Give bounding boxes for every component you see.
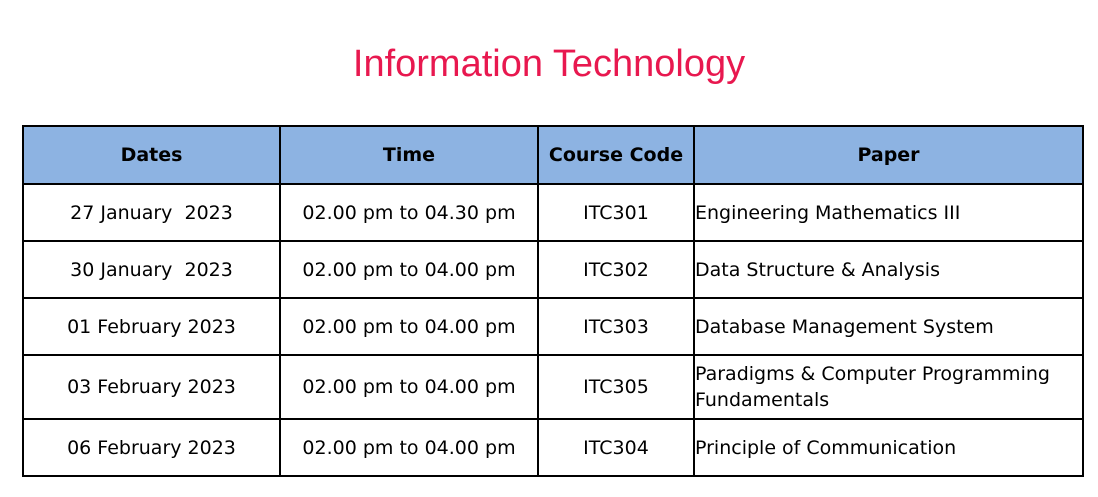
table-row: 27 January 2023 02.00 pm to 04.30 pm ITC… [22, 183, 1084, 242]
cell-date: 27 January 2023 [22, 183, 281, 242]
cell-paper: Principle of Communication [693, 418, 1084, 477]
table-header-row: Dates Time Course Code Paper [22, 125, 1084, 185]
page-title: Information Technology [352, 43, 746, 85]
cell-date: 01 February 2023 [22, 297, 281, 356]
cell-date: 30 January 2023 [22, 240, 281, 299]
cell-paper: Database Management System [693, 297, 1084, 356]
column-header-course-code: Course Code [537, 125, 695, 185]
cell-course-code: ITC302 [537, 240, 695, 299]
cell-course-code: ITC304 [537, 418, 695, 477]
cell-time: 02.00 pm to 04.00 pm [279, 418, 539, 477]
cell-paper: Paradigms & Computer Programming Fundame… [693, 354, 1084, 420]
cell-date: 03 February 2023 [22, 354, 281, 420]
table-row: 06 February 2023 02.00 pm to 04.00 pm IT… [22, 418, 1084, 477]
cell-time: 02.00 pm to 04.30 pm [279, 183, 539, 242]
column-header-paper: Paper [693, 125, 1084, 185]
cell-time: 02.00 pm to 04.00 pm [279, 354, 539, 420]
column-header-time: Time [279, 125, 539, 185]
cell-paper: Engineering Mathematics III [693, 183, 1084, 242]
cell-paper: Data Structure & Analysis [693, 240, 1084, 299]
exam-schedule-table: Dates Time Course Code Paper 27 January … [22, 125, 1084, 477]
table-row: 01 February 2023 02.00 pm to 04.00 pm IT… [22, 297, 1084, 356]
cell-time: 02.00 pm to 04.00 pm [279, 297, 539, 356]
cell-course-code: ITC301 [537, 183, 695, 242]
cell-time: 02.00 pm to 04.00 pm [279, 240, 539, 299]
cell-course-code: ITC305 [537, 354, 695, 420]
cell-date: 06 February 2023 [22, 418, 281, 477]
cell-course-code: ITC303 [537, 297, 695, 356]
column-header-dates: Dates [22, 125, 281, 185]
table-row: 30 January 2023 02.00 pm to 04.00 pm ITC… [22, 240, 1084, 299]
table-row: 03 February 2023 02.00 pm to 04.00 pm IT… [22, 354, 1084, 420]
